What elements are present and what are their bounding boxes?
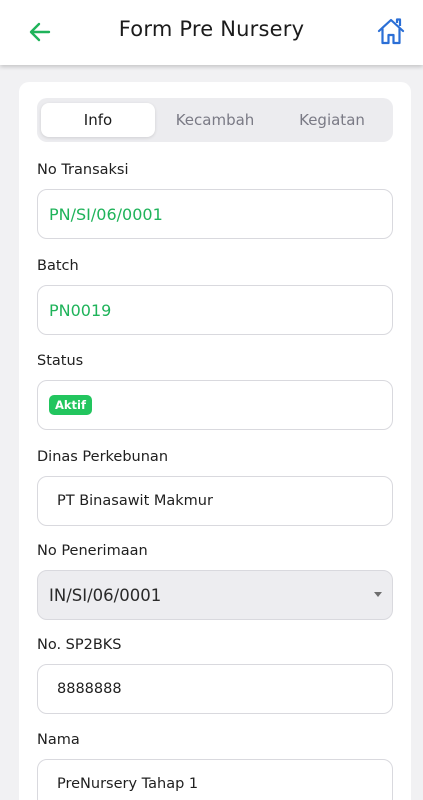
tab-kecambah[interactable]: Kecambah <box>158 103 272 137</box>
dinas-label: Dinas Perkebunan <box>37 449 169 465</box>
no-transaksi-field: PN/SI/06/0001 <box>37 189 393 239</box>
arrow-left-icon <box>29 22 51 42</box>
no-penerimaan-label: No Penerimaan <box>37 543 148 559</box>
no-transaksi-value: PN/SI/06/0001 <box>49 204 163 224</box>
tab-bar: Info Kecambah Kegiatan <box>37 98 393 142</box>
sp2bks-label: No. SP2BKS <box>37 637 122 653</box>
home-button[interactable] <box>372 12 410 50</box>
tab-info[interactable]: Info <box>41 103 155 137</box>
nama-value: PreNursery Tahap 1 <box>57 776 199 792</box>
dinas-input[interactable]: PT Binasawit Makmur <box>37 476 393 526</box>
dropdown-caret-icon <box>374 592 382 597</box>
dinas-value: PT Binasawit Makmur <box>57 493 213 509</box>
no-transaksi-label: No Transaksi <box>37 162 129 178</box>
no-penerimaan-select[interactable]: IN/SI/06/0001 <box>37 570 393 620</box>
sp2bks-input[interactable]: 8888888 <box>37 664 393 714</box>
tab-kegiatan[interactable]: Kegiatan <box>275 103 389 137</box>
home-icon <box>377 18 405 45</box>
app-bar: Form Pre Nursery <box>0 0 423 65</box>
form-card: Info Kecambah Kegiatan No Transaksi PN/S… <box>19 82 411 800</box>
status-badge: Aktif <box>49 395 92 415</box>
batch-field: PN0019 <box>37 285 393 335</box>
back-button[interactable] <box>22 14 58 50</box>
batch-label: Batch <box>37 258 79 274</box>
page-title: Form Pre Nursery <box>118 17 305 41</box>
nama-input[interactable]: PreNursery Tahap 1 <box>37 759 393 800</box>
nama-label: Nama <box>37 732 80 748</box>
status-label: Status <box>37 353 84 369</box>
sp2bks-value: 8888888 <box>57 681 122 697</box>
batch-value: PN0019 <box>49 300 112 320</box>
no-penerimaan-value: IN/SI/06/0001 <box>49 585 162 605</box>
status-field: Aktif <box>37 380 393 430</box>
